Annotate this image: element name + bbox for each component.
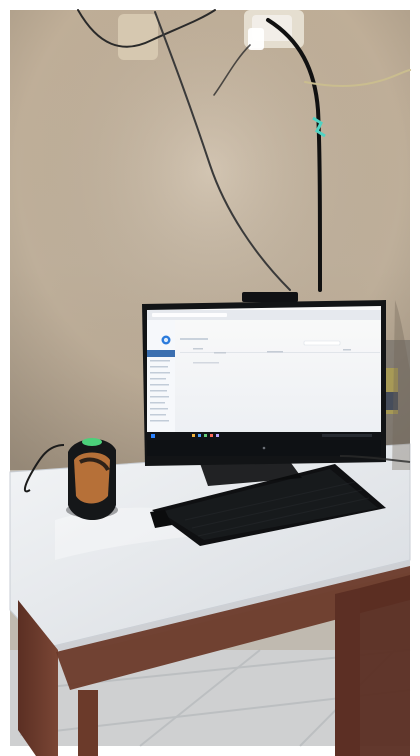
sidebar-active xyxy=(147,350,175,357)
sidebar xyxy=(147,320,175,435)
monitor-indicator xyxy=(262,446,266,450)
url-field xyxy=(152,313,227,317)
page-title-line xyxy=(180,338,208,340)
photo-scene xyxy=(0,0,420,756)
webcam xyxy=(242,292,298,302)
table-row-line xyxy=(193,362,219,364)
table-header-line xyxy=(193,348,203,350)
table-header-line xyxy=(214,352,226,354)
table-header-line xyxy=(343,349,351,351)
circle-logo-mark xyxy=(163,337,169,343)
monitor-screen xyxy=(147,306,381,440)
search-box xyxy=(303,340,341,346)
windows-start-icon xyxy=(151,434,155,438)
scanner-light-icon xyxy=(82,438,102,446)
monitor xyxy=(142,300,386,466)
table-header-line xyxy=(267,351,283,353)
